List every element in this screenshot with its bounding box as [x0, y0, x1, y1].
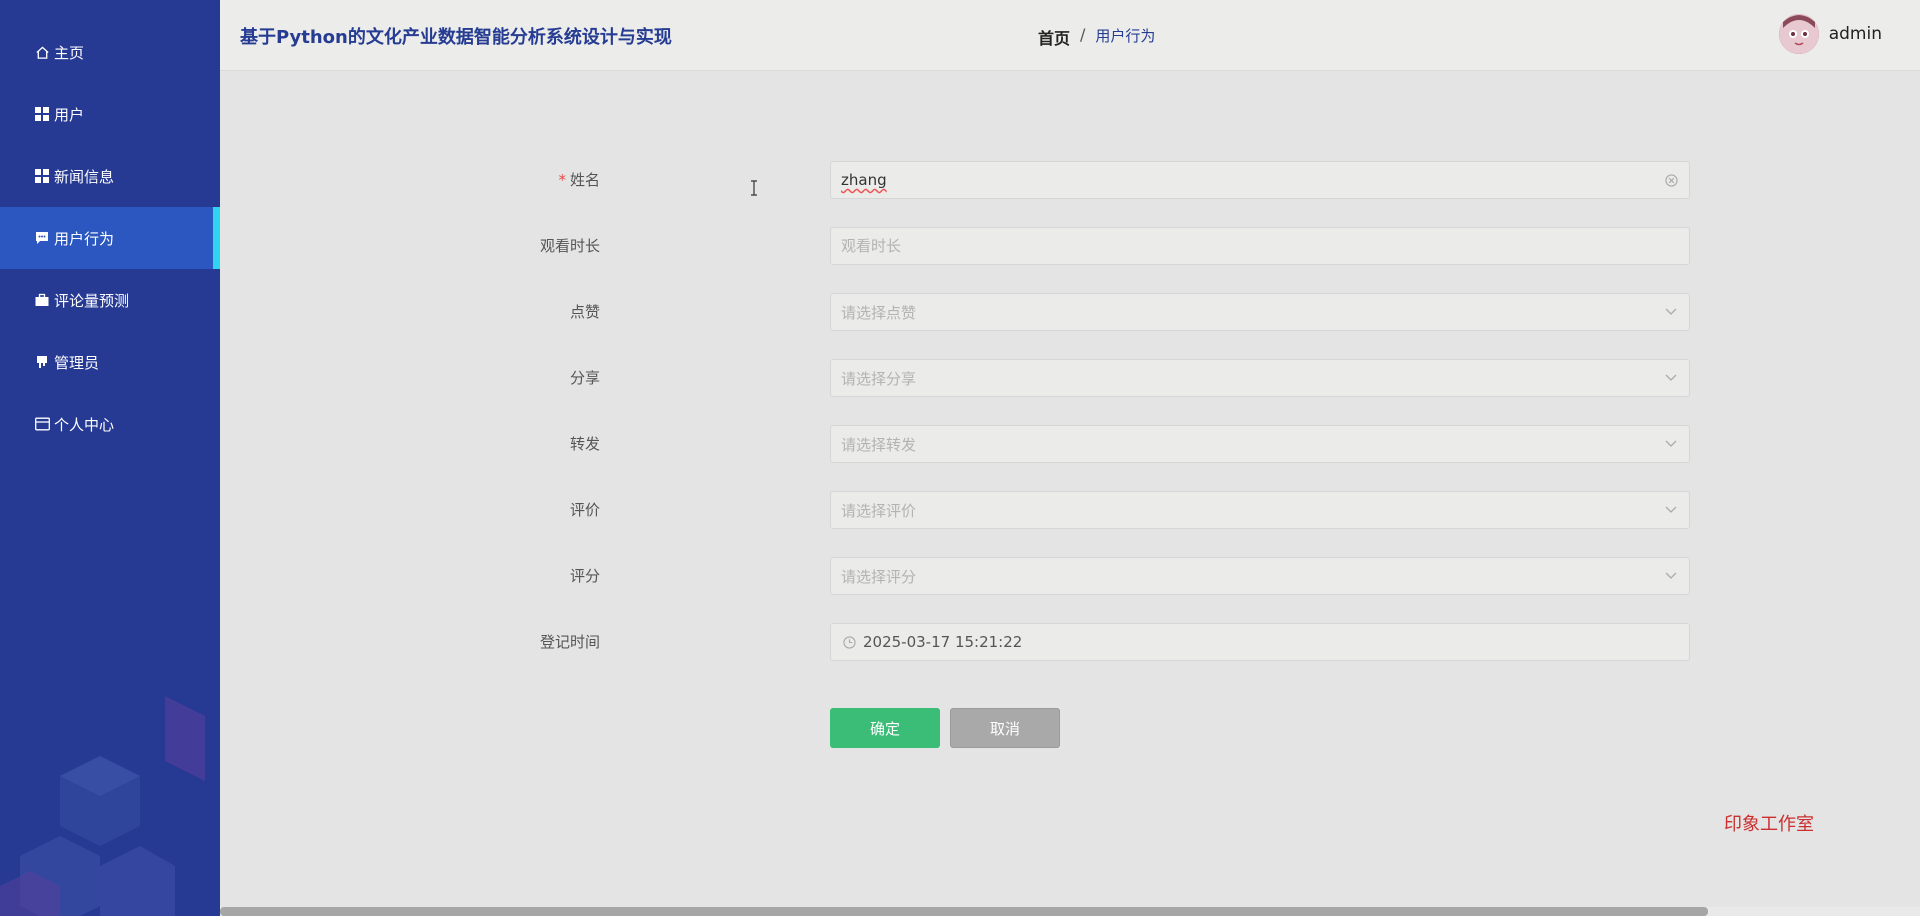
watch-time-label: 观看时长 — [539, 237, 600, 255]
forward-placeholder: 请选择转发 — [841, 435, 917, 454]
avatar[interactable] — [1778, 14, 1819, 54]
card-icon — [34, 416, 50, 432]
breadcrumb-home[interactable]: 首页 — [1038, 25, 1070, 49]
name-field[interactable]: zhang — [830, 161, 1690, 199]
register-time-label: 登记时间 — [539, 633, 600, 651]
likes-select[interactable]: 请选择点赞 — [830, 293, 1690, 331]
forward-select[interactable]: 请选择转发 — [830, 425, 1690, 463]
chat-icon — [34, 230, 50, 246]
sidebar-nav: 主页 用户 新闻信息 用户行为 评论量预测 管理员 个人中心 — [0, 0, 220, 455]
sidebar-item-label: 主页 — [54, 43, 85, 62]
top-header: 基于Python的文化产业数据智能分析系统设计与实现 首页 / 用户行为 adm… — [220, 0, 1920, 71]
score-label: 评分 — [569, 567, 600, 585]
breadcrumb: 首页 / 用户行为 — [1038, 25, 1155, 49]
sidebar-item-comment-forecast[interactable]: 评论量预测 — [0, 269, 220, 331]
share-label: 分享 — [569, 369, 600, 387]
review-placeholder: 请选择评价 — [841, 501, 917, 520]
register-time-picker[interactable]: 2025-03-17 15:21:22 — [830, 623, 1690, 661]
decorative-cubes-image — [0, 696, 205, 916]
grid-icon — [34, 106, 50, 122]
chevron-down-icon — [1663, 502, 1679, 518]
briefcase-icon — [34, 292, 50, 308]
app-title: 基于Python的文化产业数据智能分析系统设计与实现 — [240, 27, 672, 48]
sidebar-item-label: 管理员 — [54, 353, 100, 372]
sidebar-item-label: 个人中心 — [54, 415, 115, 434]
horizontal-scrollbar[interactable] — [220, 907, 1920, 916]
sidebar-item-profile[interactable]: 个人中心 — [0, 393, 220, 455]
score-select[interactable]: 请选择评分 — [830, 557, 1690, 595]
breadcrumb-current: 用户行为 — [1095, 27, 1156, 45]
likes-label: 点赞 — [569, 303, 600, 321]
scrollbar-thumb[interactable] — [220, 907, 1708, 916]
user-menu[interactable]: admin — [1778, 14, 1882, 54]
share-select[interactable]: 请选择分享 — [830, 359, 1690, 397]
chevron-down-icon — [1663, 568, 1679, 584]
sidebar-item-users[interactable]: 用户 — [0, 83, 220, 145]
clock-icon — [841, 634, 857, 650]
confirm-button[interactable]: 确定 — [830, 708, 940, 748]
flag-icon — [34, 354, 50, 370]
share-placeholder: 请选择分享 — [841, 369, 917, 388]
sidebar-item-label: 评论量预测 — [54, 291, 130, 310]
score-placeholder: 请选择评分 — [841, 567, 917, 586]
sidebar-item-label: 用户行为 — [54, 229, 115, 248]
clear-icon[interactable] — [1663, 172, 1679, 188]
watch-time-field[interactable] — [830, 227, 1690, 265]
chevron-down-icon — [1663, 304, 1679, 320]
chevron-down-icon — [1663, 436, 1679, 452]
review-label: 评价 — [569, 501, 600, 519]
watch-time-input[interactable] — [841, 237, 1679, 255]
sidebar-item-label: 新闻信息 — [54, 167, 115, 186]
cancel-button[interactable]: 取消 — [950, 708, 1060, 748]
name-input-value[interactable]: zhang — [841, 171, 1663, 189]
register-time-value[interactable]: 2025-03-17 15:21:22 — [863, 633, 1679, 651]
sidebar-item-home[interactable]: 主页 — [0, 21, 220, 83]
watermark: 印象工作室 — [1724, 814, 1814, 835]
sidebar-item-admin[interactable]: 管理员 — [0, 331, 220, 393]
sidebar-item-label: 用户 — [54, 105, 85, 124]
sidebar-item-user-behavior[interactable]: 用户行为 — [0, 207, 220, 269]
sidebar-item-news[interactable]: 新闻信息 — [0, 145, 220, 207]
username[interactable]: admin — [1829, 24, 1882, 44]
home-icon — [34, 44, 50, 60]
review-select[interactable]: 请选择评价 — [830, 491, 1690, 529]
required-mark: * — [558, 171, 566, 189]
name-label: * 姓名 — [558, 171, 600, 189]
sidebar: 主页 用户 新闻信息 用户行为 评论量预测 管理员 个人中心 — [0, 0, 220, 916]
text-cursor-icon — [751, 180, 757, 196]
chevron-down-icon — [1663, 370, 1679, 386]
forward-label: 转发 — [569, 435, 600, 453]
breadcrumb-separator: / — [1080, 25, 1086, 44]
likes-placeholder: 请选择点赞 — [841, 303, 917, 322]
grid-icon — [34, 168, 50, 184]
